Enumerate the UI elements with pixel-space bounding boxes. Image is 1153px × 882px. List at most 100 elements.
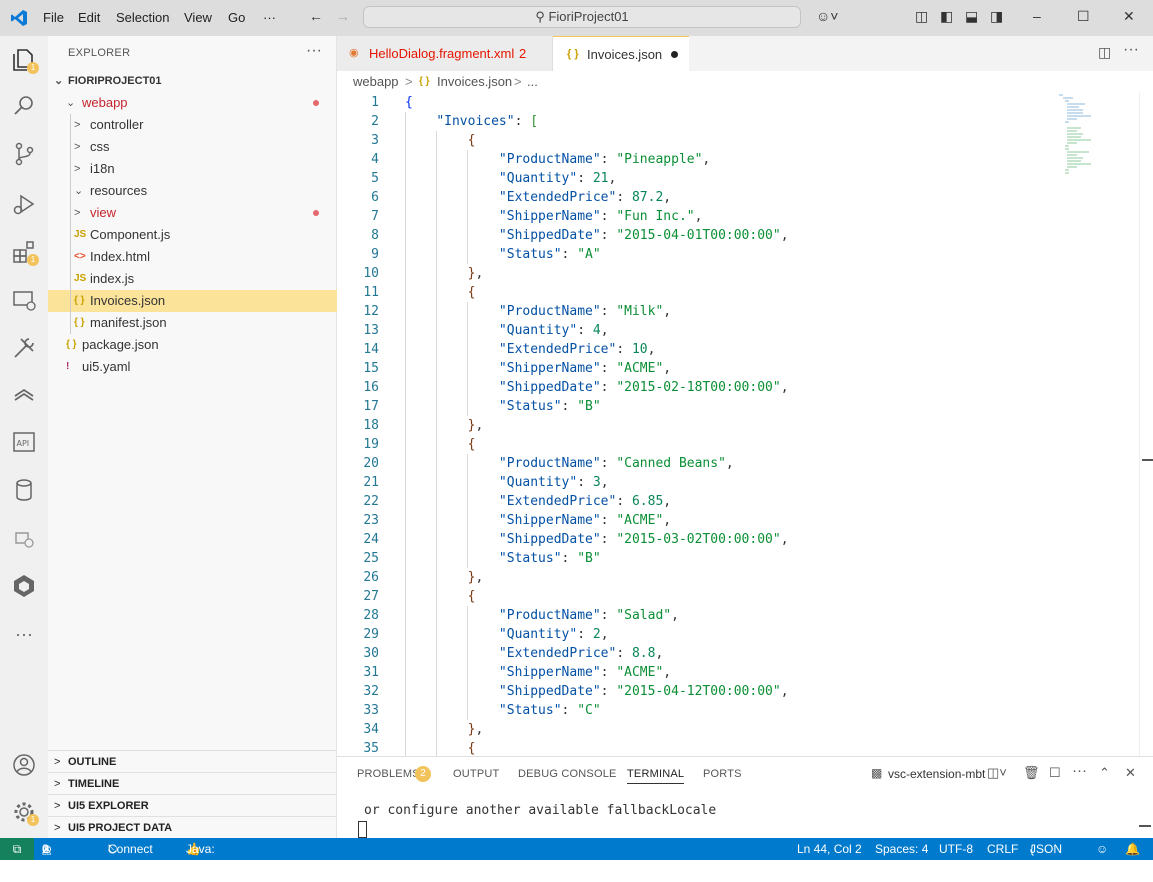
- editor-more-icon[interactable]: ···: [1123, 41, 1139, 59]
- trash-icon[interactable]: 🗑: [1023, 765, 1040, 781]
- tree-item[interactable]: <> Index.html: [48, 246, 337, 268]
- panel-title: UI5 EXPLORER: [68, 800, 149, 812]
- split-editor-icon[interactable]: ◫: [1098, 44, 1111, 61]
- menu-selection[interactable]: Selection: [116, 10, 169, 25]
- menu-go[interactable]: Go: [228, 10, 245, 25]
- tab-ports[interactable]: PORTS: [703, 768, 742, 780]
- tree-item[interactable]: > css: [48, 136, 337, 158]
- forward-arrow-icon[interactable]: →: [336, 8, 350, 24]
- wrench-icon: [14, 338, 34, 358]
- terminal-icon: ▩: [871, 766, 883, 780]
- remote-indicator[interactable]: ⧉: [0, 838, 34, 860]
- close-icon[interactable]: ✕: [1123, 8, 1135, 25]
- search-activity[interactable]: [0, 84, 48, 128]
- minimap[interactable]: [1053, 93, 1137, 183]
- manage-activity[interactable]: 1: [0, 790, 48, 834]
- line-endings[interactable]: CRLF: [987, 838, 1018, 860]
- breadcrumb-folder[interactable]: webapp: [353, 71, 399, 93]
- tree-item[interactable]: { } Invoices.json: [48, 290, 337, 312]
- customize-layout-icon[interactable]: ◫: [915, 8, 928, 25]
- ui5-project-data-panel[interactable]: > UI5 PROJECT DATA: [48, 816, 337, 838]
- json-file-icon: { }: [74, 295, 85, 306]
- tree-item[interactable]: JS index.js: [48, 268, 337, 290]
- hexagon-activity[interactable]: [0, 564, 48, 608]
- ui5-explorer-panel[interactable]: > UI5 EXPLORER: [48, 794, 337, 816]
- notifications-bell-icon[interactable]: 🔔: [1125, 838, 1140, 860]
- menu-more[interactable]: ···: [263, 10, 276, 25]
- toggle-panel-icon[interactable]: ⬓: [965, 8, 978, 25]
- tab-terminal[interactable]: TERMINAL: [627, 768, 685, 784]
- code-line: "Status": "B": [498, 399, 601, 414]
- explorer-activity[interactable]: 1: [0, 38, 48, 82]
- back-arrow-icon[interactable]: ←: [309, 8, 323, 24]
- extensions-activity[interactable]: 1: [0, 230, 48, 274]
- tree-item[interactable]: ⌄ resources: [48, 180, 337, 202]
- panel-more-icon[interactable]: ···: [1072, 762, 1087, 779]
- tab-output[interactable]: OUTPUT: [453, 768, 499, 780]
- remote-explorer-activity[interactable]: [0, 278, 48, 322]
- chevron-right-icon: >: [405, 74, 413, 89]
- run-debug-activity[interactable]: [0, 182, 48, 226]
- breadcrumb-file[interactable]: Invoices.json: [437, 71, 512, 93]
- indentation[interactable]: Spaces: 4: [875, 838, 928, 860]
- explorer-badge: 1: [27, 62, 39, 74]
- toggle-sidebar-icon[interactable]: ◧: [940, 8, 953, 25]
- menu-edit[interactable]: Edit: [78, 10, 100, 25]
- database-activity[interactable]: [0, 468, 48, 512]
- copilot-icon[interactable]: ☺˅: [816, 8, 838, 24]
- tree-item[interactable]: { } package.json: [48, 334, 337, 356]
- outline-panel[interactable]: > OUTLINE: [48, 750, 337, 772]
- chevron-up-icon[interactable]: ⌃: [1099, 765, 1110, 781]
- project-root[interactable]: ⌄ FIORIPROJECT01: [48, 70, 337, 92]
- cloud-icon: [15, 532, 34, 548]
- tab-invoices-json[interactable]: { } Invoices.json: [553, 36, 689, 71]
- encoding[interactable]: UTF-8: [939, 838, 973, 860]
- tab-problems[interactable]: PROBLEMS: [357, 768, 420, 780]
- json-file-icon: { }: [74, 317, 85, 328]
- cursor-position[interactable]: Ln 44, Col 2: [797, 838, 862, 860]
- command-center-search[interactable]: ⚲ FioriProject01: [363, 6, 801, 28]
- tree-item[interactable]: JS Component.js: [48, 224, 337, 246]
- line-number: 30: [363, 646, 379, 661]
- tools-activity[interactable]: [0, 326, 48, 370]
- tree-item[interactable]: ! ui5.yaml: [48, 356, 337, 378]
- indent-guide: [70, 114, 71, 334]
- menu-view[interactable]: View: [184, 10, 212, 25]
- terminal-output[interactable]: or configure another available fallbackL…: [364, 803, 716, 818]
- accounts-activity[interactable]: [0, 743, 48, 787]
- close-panel-icon[interactable]: ✕: [1125, 765, 1136, 781]
- editor-tabs: ◉ HelloDialog.fragment.xml 2 { } Invoice…: [337, 36, 1153, 71]
- cloud-activity[interactable]: [0, 516, 48, 560]
- minimize-icon[interactable]: –: [1033, 8, 1041, 24]
- terminal-name[interactable]: vsc-extension-mbt: [888, 767, 985, 781]
- maximize-panel-icon[interactable]: ☐: [1049, 765, 1061, 781]
- menu-file[interactable]: File: [43, 10, 64, 25]
- more-activity[interactable]: ···: [0, 612, 48, 656]
- manage-badge: 1: [27, 814, 39, 826]
- code-line: {: [467, 589, 476, 604]
- code-editor[interactable]: 1 {2 "Invoices": [3 {4 "ProductName": "Pi…: [337, 93, 1153, 756]
- tree-item[interactable]: > i18n: [48, 158, 337, 180]
- source-control-activity[interactable]: [0, 132, 48, 176]
- timeline-panel[interactable]: > TIMELINE: [48, 772, 337, 794]
- unsaved-dot-icon[interactable]: [671, 51, 678, 58]
- tree-item[interactable]: ⌄ webapp: [48, 92, 337, 114]
- scrollbar[interactable]: [1139, 93, 1153, 756]
- copilot-status-icon[interactable]: ☺: [1096, 838, 1108, 860]
- split-terminal-icon[interactable]: ◫˅: [987, 765, 1007, 781]
- api-activity[interactable]: API: [0, 420, 48, 464]
- tab-debug-console[interactable]: DEBUG CONSOLE: [518, 768, 617, 780]
- tree-item[interactable]: > controller: [48, 114, 337, 136]
- explorer-more-icon[interactable]: ···: [306, 42, 322, 60]
- maximize-icon[interactable]: ☐: [1077, 8, 1090, 25]
- toggle-secondary-sidebar-icon[interactable]: ◨: [990, 8, 1003, 25]
- tree-item[interactable]: > view: [48, 202, 337, 224]
- line-number: 23: [363, 513, 379, 528]
- tab-hello-dialog[interactable]: ◉ HelloDialog.fragment.xml 2: [337, 36, 553, 71]
- tree-item[interactable]: { } manifest.json: [48, 312, 337, 334]
- code-line: "ShippedDate": "2015-04-12T00:00:00",: [498, 684, 789, 699]
- sap-tools-activity[interactable]: [0, 374, 48, 418]
- breadcrumb-more[interactable]: ...: [527, 71, 538, 93]
- line-number: 21: [363, 475, 379, 490]
- search-icon: ⚲: [535, 9, 545, 24]
